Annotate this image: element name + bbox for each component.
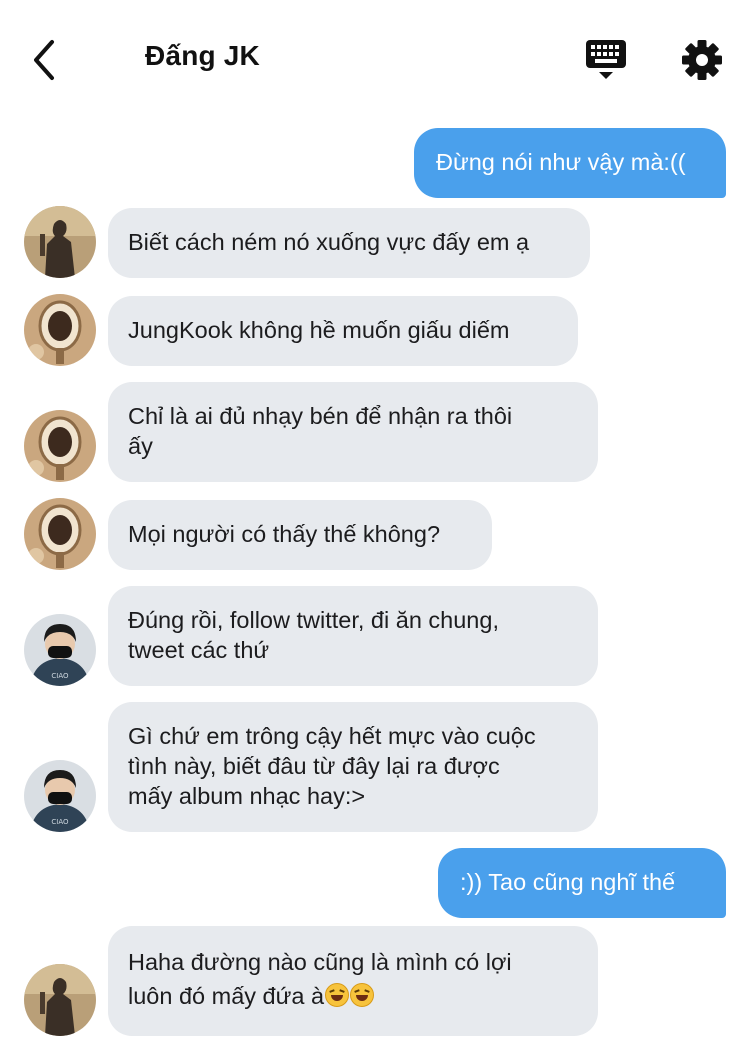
masked-person-avatar-icon: CIAO [24,760,96,832]
mirror-avatar-icon [24,498,96,570]
message-bubble-outgoing[interactable]: Đừng nói như vậy mà:(( [414,128,726,198]
keyboard-icon [586,40,626,79]
svg-text:CIAO: CIAO [51,818,69,826]
chat-title: Đấng JK [145,40,260,71]
back-button[interactable] [30,38,62,82]
message-bubble-incoming[interactable]: Gì chứ em trông cậy hết mực vào cuộc tìn… [108,702,598,832]
mirror-avatar-icon [24,410,96,482]
keyboard-button[interactable] [584,38,628,82]
avatar[interactable] [24,410,96,482]
avatar[interactable] [24,498,96,570]
message-text: Haha đường nào cũng là mình có lợi luôn … [128,949,512,1009]
avatar[interactable] [24,294,96,366]
message-bubble-incoming[interactable]: Mọi người có thấy thế không? [108,500,492,570]
grinning-squinting-face-emoji-icon [350,983,375,1007]
message-bubble-incoming[interactable]: JungKook không hề muốn giấu diếm [108,296,578,366]
svg-text:CIAO: CIAO [51,672,69,680]
mirror-avatar-icon [24,294,96,366]
message-bubble-incoming[interactable]: Biết cách ném nó xuống vực đấy em ạ [108,208,590,278]
message-bubble-outgoing[interactable]: :)) Tao cũng nghĩ thế [438,848,726,918]
silhouette-avatar-icon [24,206,96,278]
avatar[interactable] [24,206,96,278]
gear-icon [682,40,722,80]
back-arrow-icon [34,40,54,80]
avatar[interactable]: CIAO [24,614,96,686]
settings-button[interactable] [680,38,724,82]
silhouette-avatar-icon [24,964,96,1036]
message-bubble-incoming[interactable]: Chỉ là ai đủ nhạy bén để nhận ra thôi ấy [108,382,598,482]
message-bubble-incoming[interactable]: Đúng rồi, follow twitter, đi ăn chung, t… [108,586,598,686]
avatar[interactable]: CIAO [24,760,96,832]
avatar[interactable] [24,964,96,1036]
grinning-squinting-face-emoji-icon [325,983,350,1007]
message-bubble-incoming[interactable]: Haha đường nào cũng là mình có lợi luôn … [108,926,598,1036]
masked-person-avatar-icon: CIAO [24,614,96,686]
chat-header: Đấng JK [0,0,750,120]
